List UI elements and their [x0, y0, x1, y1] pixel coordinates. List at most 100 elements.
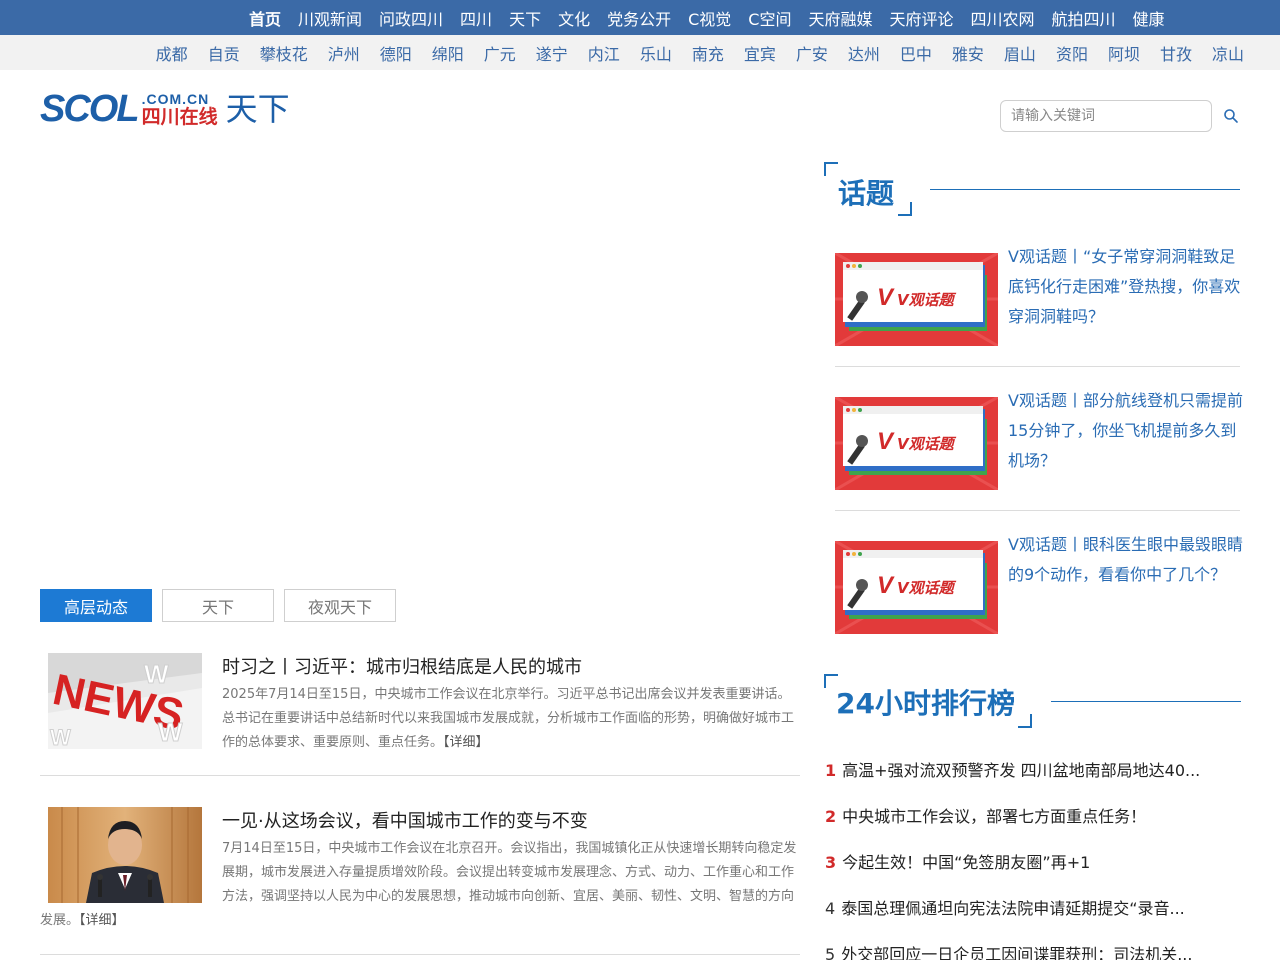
top-nav-item-home[interactable]: 首页 — [249, 6, 281, 30]
ranking-title[interactable]: 高温+强对流双预警齐发 四川盆地南部局地达40... — [842, 761, 1200, 780]
ranking-title[interactable]: 今起生效！中国“免签朋友圈”再+1 — [842, 853, 1090, 872]
logo-site-name: 四川在线 — [141, 106, 218, 128]
topic-divider — [835, 366, 1240, 367]
ranking-item[interactable]: 3 今起生效！中国“免签朋友圈”再+1 — [825, 849, 1090, 873]
topic-image-label: V观话题 — [897, 291, 957, 309]
city-nav-item[interactable]: 乐山 — [640, 41, 672, 65]
top-nav-item[interactable]: 航拍四川 — [1052, 6, 1116, 30]
news-summary-text: 2025年7月14日至15日，中央城市工作会议在北京举行。习近平总书记出席会议并… — [222, 687, 795, 750]
ranking-number: 2 — [825, 807, 837, 826]
top-nav-item[interactable]: 四川 — [460, 6, 492, 30]
city-nav-item[interactable]: 凉山 — [1212, 41, 1244, 65]
topic-title[interactable]: V观话题丨眼科医生眼中最毁眼睛的9个动作，看看你中了几个？ — [1008, 530, 1244, 590]
topic-title[interactable]: V观话题丨“女子常穿洞洞鞋致足底钙化行走困难”登热搜，你喜欢穿洞洞鞋吗？ — [1008, 242, 1244, 332]
site-logo[interactable]: SCOL .COM.CN 四川在线 天下 — [40, 86, 290, 128]
top-nav-item[interactable]: 党务公开 — [607, 6, 671, 30]
top-nav-item[interactable]: 川观新闻 — [298, 6, 362, 30]
top-nav-item[interactable]: 四川农网 — [971, 6, 1035, 30]
news-summary-tail-text: 发展。 — [40, 913, 80, 928]
tab-night-view[interactable]: 夜观天下 — [284, 589, 396, 622]
topic-item: V V观话题 V观话题丨“女子常穿洞洞鞋致足底钙化行走困难”登热搜，你喜欢穿洞洞… — [835, 247, 1240, 346]
topic-thumbnail[interactable]: V V观话题 — [835, 397, 998, 490]
svg-text:V: V — [877, 284, 895, 311]
search-icon[interactable] — [1222, 107, 1240, 125]
tab-leadership[interactable]: 高层动态 — [40, 589, 152, 622]
top-nav-item[interactable]: 天府评论 — [890, 6, 954, 30]
ranking-item[interactable]: 5 外交部回应一日企员工因间谍罪获刑：司法机关... — [825, 941, 1192, 960]
top-nav-item[interactable]: 文化 — [558, 6, 590, 30]
city-nav-item[interactable]: 南充 — [692, 41, 724, 65]
topic-thumbnail[interactable]: V V观话题 — [835, 541, 998, 634]
city-nav-item[interactable]: 泸州 — [328, 41, 360, 65]
ranking-item[interactable]: 2 中央城市工作会议，部署七方面重点任务！ — [825, 803, 1146, 827]
ranking-title[interactable]: 中央城市工作会议，部署七方面重点任务！ — [842, 807, 1146, 826]
news-detail-link[interactable]: 【详细】 — [443, 735, 489, 750]
header-corner-bracket — [1018, 714, 1032, 728]
city-nav-item[interactable]: 广元 — [484, 41, 516, 65]
city-nav-item[interactable]: 德阳 — [380, 41, 412, 65]
news-summary: 7月14日至15日，中央城市工作会议在北京召开。会议指出，我国城镇化正从快速增长… — [222, 837, 800, 909]
news-summary: 2025年7月14日至15日，中央城市工作会议在北京举行。习近平总书记出席会议并… — [222, 683, 800, 755]
header-corner-bracket — [824, 162, 838, 176]
city-nav-item[interactable]: 攀枝花 — [260, 41, 308, 65]
city-nav-item[interactable]: 达州 — [848, 41, 880, 65]
topic-image-label: V观话题 — [897, 435, 957, 453]
city-nav-items: 成都 自贡 攀枝花 泸州 德阳 绵阳 广元 遂宁 内江 乐山 南充 宜宾 广安 … — [136, 35, 1244, 70]
ranking-section-title: 24小时排行榜 — [836, 687, 1015, 720]
svg-text:W: W — [158, 717, 183, 747]
topic-divider — [835, 510, 1240, 511]
search-input[interactable] — [1001, 101, 1201, 131]
news-summary-tail: 发展。【详细】 — [40, 909, 800, 933]
ranking-item[interactable]: 4 泰国总理佩通坦向宪法法院申请延期提交“录音... — [825, 895, 1185, 919]
ranking-item[interactable]: 1 高温+强对流双预警齐发 四川盆地南部局地达40... — [825, 757, 1200, 781]
tab-world[interactable]: 天下 — [162, 589, 274, 622]
ranking-title[interactable]: 外交部回应一日企员工因间谍罪获刑：司法机关... — [841, 945, 1192, 960]
ranking-number: 1 — [825, 761, 837, 780]
city-nav-item[interactable]: 雅安 — [952, 41, 984, 65]
news-thumbnail-news-graphic[interactable]: NEWS W W W — [48, 653, 202, 749]
ranking-title[interactable]: 泰国总理佩通坦向宪法法院申请延期提交“录音... — [841, 899, 1185, 918]
logo-scol: SCOL — [40, 88, 140, 130]
news-summary-text: 7月14日至15日，中央城市工作会议在北京召开。会议指出，我国城镇化正从快速增长… — [222, 841, 797, 904]
news-item: NEWS W W W 时习之丨习近平：城市归根结底是人民的城市 2025年7月1… — [40, 653, 800, 776]
news-title[interactable]: 一见·从这场会议，看中国城市工作的变与不变 — [222, 807, 588, 833]
header-corner-bracket — [898, 202, 912, 216]
city-nav-item[interactable]: 宜宾 — [744, 41, 776, 65]
city-nav-item[interactable]: 资阳 — [1056, 41, 1088, 65]
ranking-number: 3 — [825, 853, 837, 872]
news-thumbnail-photo[interactable] — [48, 807, 202, 903]
news-tabs: 高层动态 天下 夜观天下 — [40, 589, 406, 622]
city-nav-item[interactable]: 自贡 — [208, 41, 240, 65]
ranking-number: 5 — [825, 945, 836, 960]
city-nav-item[interactable]: 眉山 — [1004, 41, 1036, 65]
top-nav-item[interactable]: 天府融媒 — [808, 6, 872, 30]
top-nav-items: 首页 川观新闻 问政四川 四川 天下 文化 党务公开 C视觉 C空间 天府融媒 … — [249, 0, 1182, 35]
city-nav-item[interactable]: 甘孜 — [1160, 41, 1192, 65]
topic-image-label: V观话题 — [897, 579, 957, 597]
topic-item: V V观话题 V观话题丨部分航线登机只需提前15分钟了，你坐飞机提前多久到机场？ — [835, 391, 1243, 490]
topic-thumbnail[interactable]: V V观话题 — [835, 253, 998, 346]
header-rule — [930, 189, 1240, 190]
city-nav-item[interactable]: 阿坝 — [1108, 41, 1140, 65]
top-nav-item[interactable]: 问政四川 — [379, 6, 443, 30]
news-item: 一见·从这场会议，看中国城市工作的变与不变 7月14日至15日，中央城市工作会议… — [40, 807, 800, 955]
logo-middle: .COM.CN 四川在线 — [142, 92, 218, 128]
top-nav-item[interactable]: C空间 — [748, 6, 791, 30]
top-nav-item[interactable]: C视觉 — [688, 6, 731, 30]
news-detail-link[interactable]: 【详细】 — [79, 913, 125, 928]
topics-section-header: 话题 — [824, 162, 1240, 218]
topic-title[interactable]: V观话题丨部分航线登机只需提前15分钟了，你坐飞机提前多久到机场？ — [1008, 386, 1244, 476]
city-nav-item[interactable]: 遂宁 — [536, 41, 568, 65]
svg-text:W: W — [144, 659, 169, 689]
news-title[interactable]: 时习之丨习近平：城市归根结底是人民的城市 — [222, 653, 582, 679]
city-nav-item[interactable]: 内江 — [588, 41, 620, 65]
top-nav-item[interactable]: 天下 — [509, 6, 541, 30]
city-nav-item[interactable]: 绵阳 — [432, 41, 464, 65]
top-nav: 首页 川观新闻 问政四川 四川 天下 文化 党务公开 C视觉 C空间 天府融媒 … — [0, 0, 1280, 35]
city-nav-item[interactable]: 成都 — [156, 41, 188, 65]
news-divider — [40, 954, 800, 955]
city-nav-item[interactable]: 巴中 — [900, 41, 932, 65]
svg-text:V: V — [877, 428, 895, 455]
city-nav-item[interactable]: 广安 — [796, 41, 828, 65]
top-nav-item[interactable]: 健康 — [1133, 6, 1165, 30]
